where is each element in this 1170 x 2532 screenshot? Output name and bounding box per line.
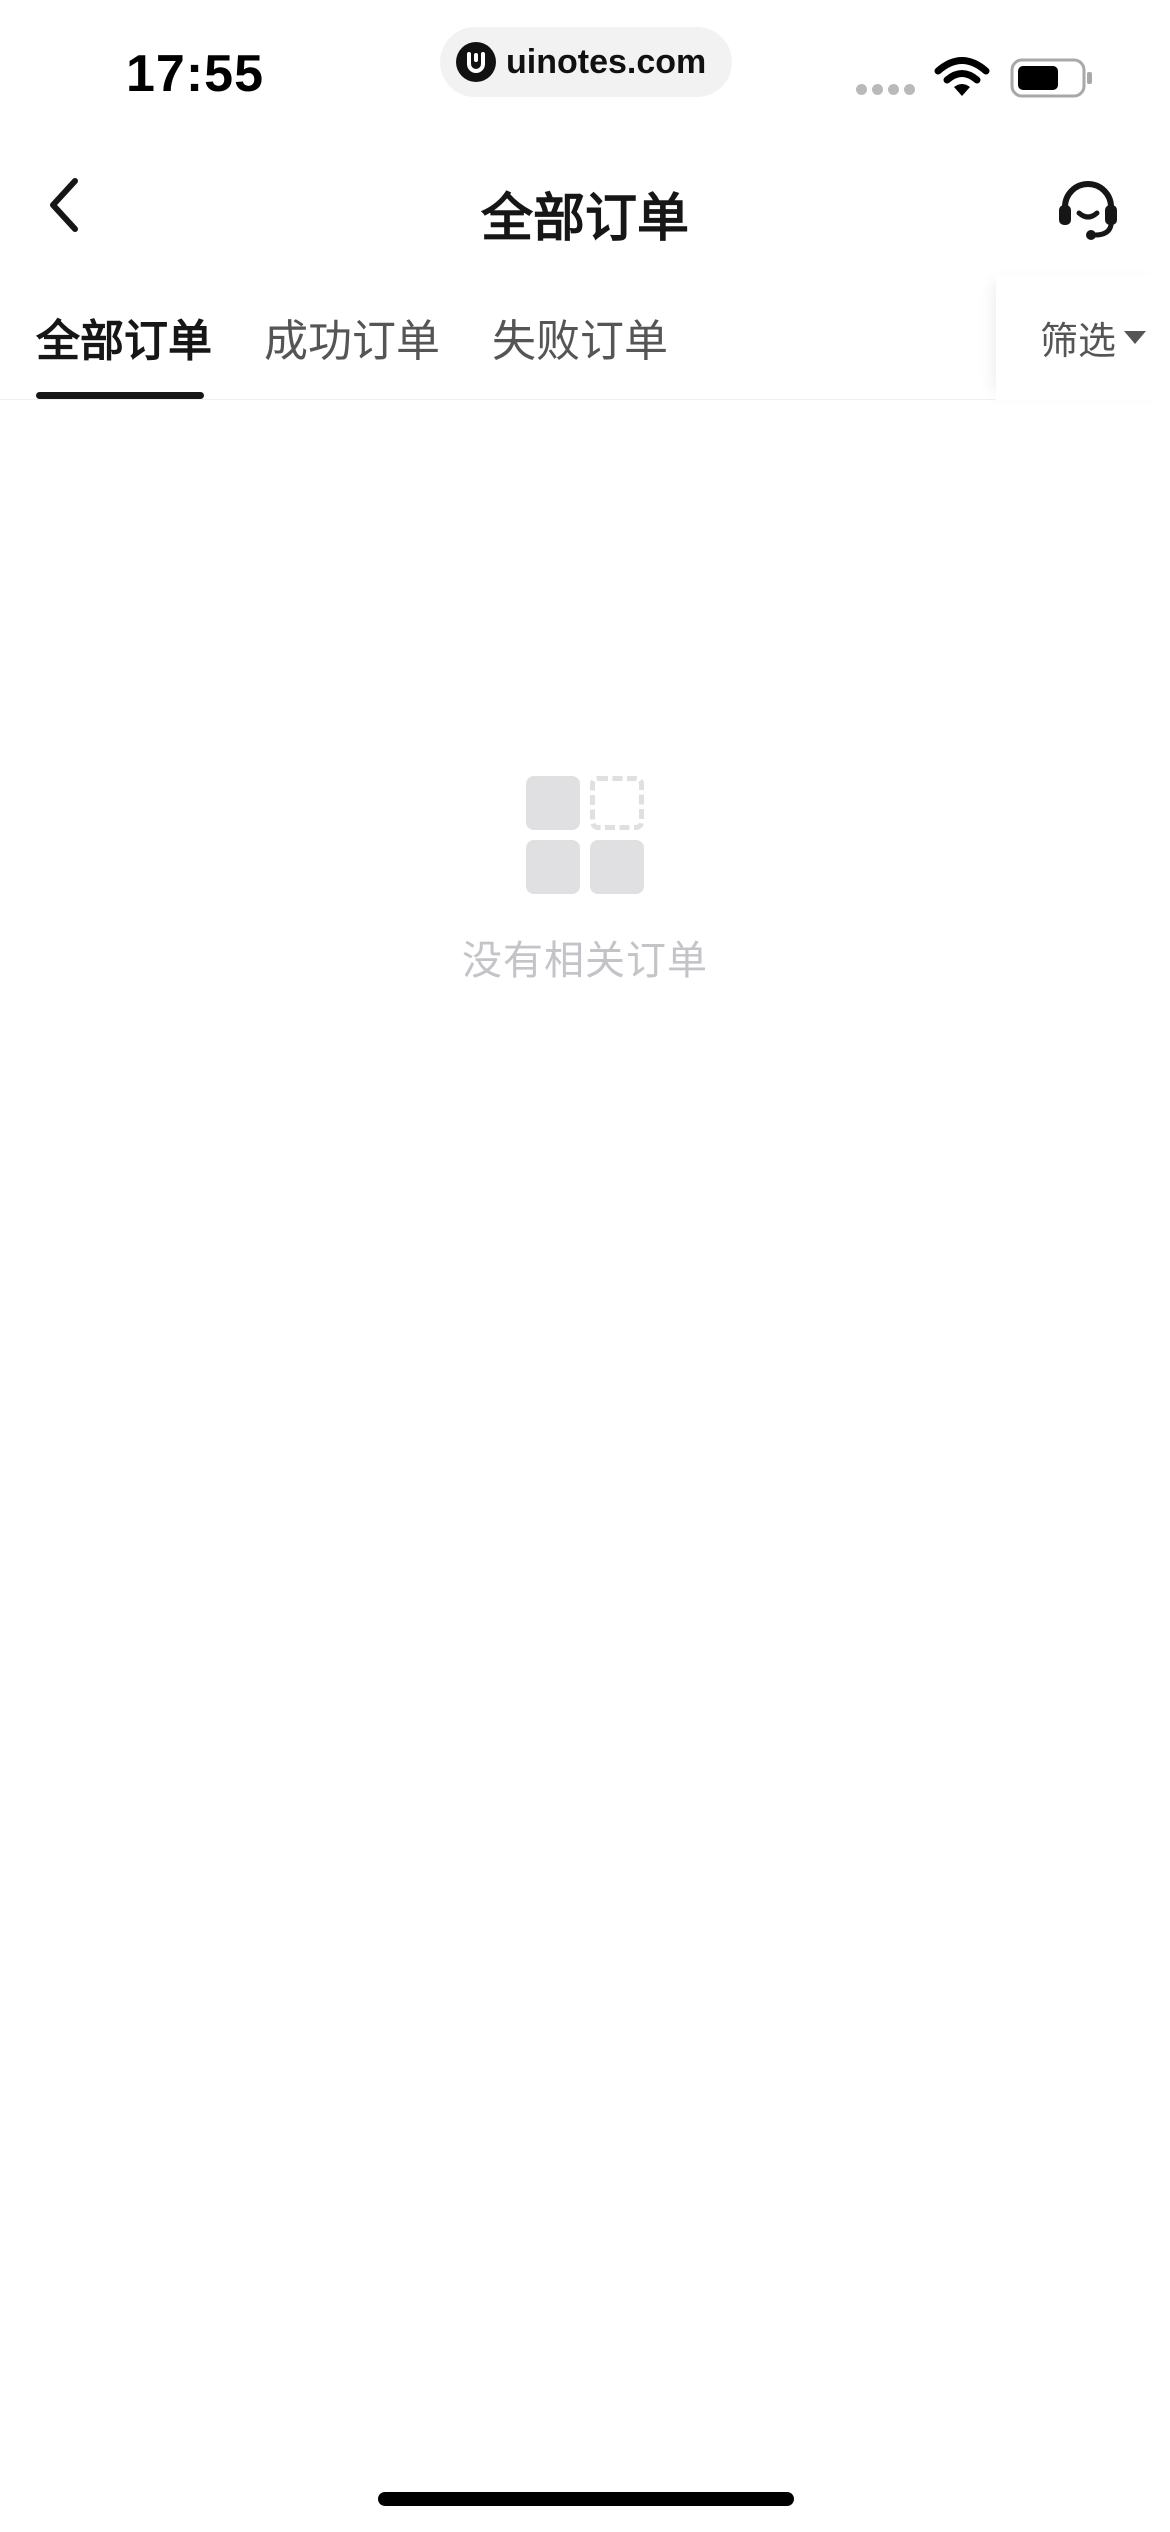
status-time: 17:55	[126, 45, 264, 103]
customer-service-button[interactable]	[1050, 170, 1126, 246]
tab-failed-orders[interactable]: 失败订单	[492, 305, 668, 400]
filter-label: 筛选	[1040, 319, 1117, 363]
order-list-screen: 17:55 uinotes.com 全部订单 全部订单 成功订单 失败订单 筛选…	[0, 0, 1170, 2532]
tab-success-orders[interactable]: 成功订单	[264, 305, 440, 400]
home-indicator[interactable]	[378, 2492, 794, 2506]
cellular-signal-icon	[856, 84, 915, 95]
navigation-bar: 全部订单	[0, 140, 1170, 270]
tab-all-orders[interactable]: 全部订单	[36, 305, 212, 400]
url-text: uinotes.com	[506, 42, 707, 81]
uinotes-logo-icon	[456, 42, 496, 82]
status-bar: 17:55 uinotes.com	[0, 0, 1170, 140]
order-tabs: 全部订单 成功订单 失败订单 筛选	[0, 275, 1170, 400]
headset-icon	[1059, 181, 1117, 240]
grid-placeholder-icon	[526, 776, 644, 894]
url-pill[interactable]: uinotes.com	[440, 27, 732, 97]
battery-icon	[1010, 58, 1094, 102]
wifi-icon	[934, 56, 990, 102]
filter-button[interactable]: 筛选	[996, 275, 1170, 400]
page-title: 全部订单	[480, 189, 689, 249]
empty-message: 没有相关订单	[462, 938, 708, 984]
caret-down-icon	[1124, 331, 1147, 344]
active-tab-indicator	[36, 392, 204, 399]
empty-state: 没有相关订单	[0, 776, 1170, 986]
